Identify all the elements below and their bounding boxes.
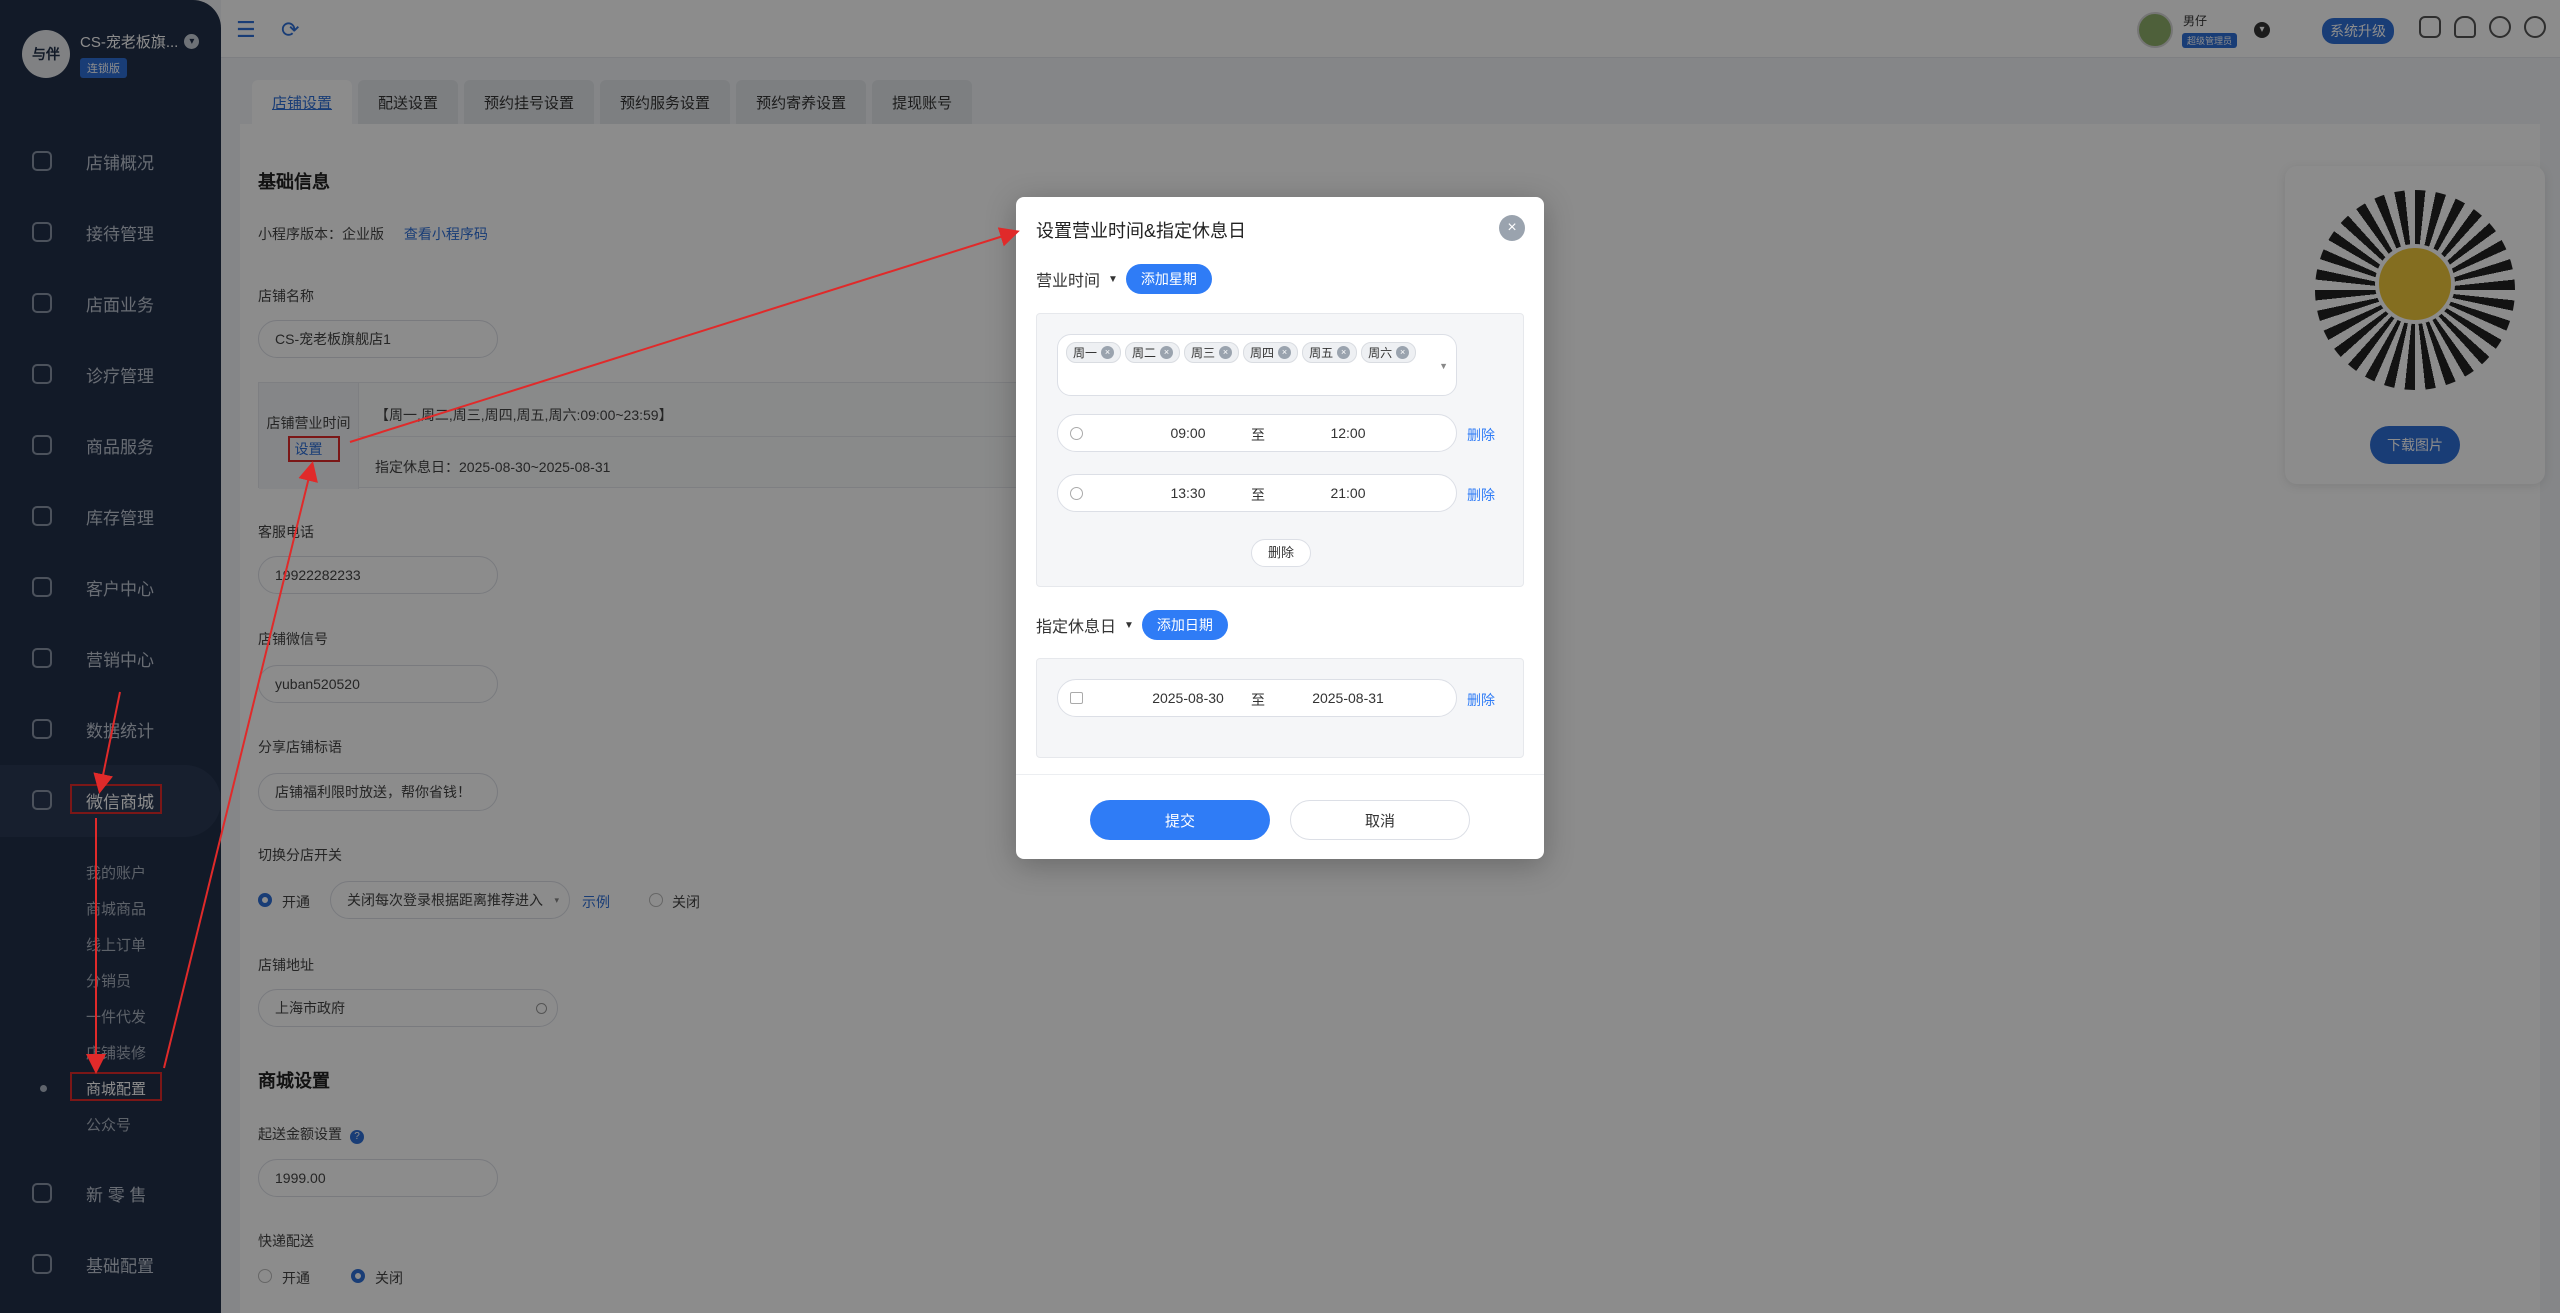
calendar-icon [1070, 692, 1083, 704]
time-range-2[interactable]: 13:30 至 21:00 [1057, 474, 1457, 512]
business-hours-modal: 设置营业时间&指定休息日 × 营业时间 ▼ 添加星期 周一 × 周二 × 周三 × 周四 × 周… [1016, 197, 1544, 859]
caret-down-icon[interactable]: ▼ [1124, 620, 1134, 631]
rest-day-label: 指定休息日 [1036, 619, 1117, 636]
date-range[interactable]: 2025-08-30 至 2025-08-31 [1057, 679, 1457, 717]
submit-button[interactable]: 提交 [1090, 800, 1270, 840]
clock-icon [1070, 487, 1083, 500]
add-date-button[interactable]: 添加日期 [1141, 610, 1228, 640]
tag-close-icon[interactable]: × [1101, 346, 1115, 359]
business-hours-label: 营业时间 [1036, 273, 1101, 290]
tag-close-icon[interactable]: × [1160, 346, 1174, 359]
close-icon[interactable]: × [1499, 215, 1525, 241]
delete-range-1-link[interactable]: 删除 [1467, 425, 1495, 445]
tag-close-icon[interactable]: × [1396, 346, 1410, 359]
tag-close-icon[interactable]: × [1337, 346, 1351, 359]
weekday-tag: 周二 × [1125, 342, 1181, 363]
cancel-button[interactable]: 取消 [1290, 800, 1470, 840]
modal-title: 设置营业时间&指定休息日 [1036, 221, 1247, 241]
business-hours-panel: 周一 × 周二 × 周三 × 周四 × 周五 × 周六 × ▼ 09:00 至 12:00 删除 13… [1036, 313, 1524, 587]
delete-range-2-link[interactable]: 删除 [1467, 485, 1495, 505]
add-week-button[interactable]: 添加星期 [1125, 264, 1212, 294]
weekday-select[interactable]: 周一 × 周二 × 周三 × 周四 × 周五 × 周六 × ▼ [1057, 334, 1457, 396]
rest-day-panel: 2025-08-30 至 2025-08-31 删除 [1036, 658, 1524, 758]
chevron-down-icon: ▼ [1439, 361, 1448, 371]
caret-down-icon[interactable]: ▼ [1108, 274, 1118, 285]
time-range-1[interactable]: 09:00 至 12:00 [1057, 414, 1457, 452]
weekday-tag: 周一 × [1066, 342, 1122, 363]
clock-icon [1070, 427, 1083, 440]
delete-date-range-link[interactable]: 删除 [1467, 690, 1495, 710]
weekday-tag: 周四 × [1243, 342, 1299, 363]
weekday-tag: 周三 × [1184, 342, 1240, 363]
delete-group-button[interactable]: 删除 [1251, 539, 1311, 567]
weekday-tag: 周五 × [1302, 342, 1358, 363]
tag-close-icon[interactable]: × [1219, 346, 1233, 359]
tag-close-icon[interactable]: × [1278, 346, 1292, 359]
weekday-tag: 周六 × [1361, 342, 1417, 363]
